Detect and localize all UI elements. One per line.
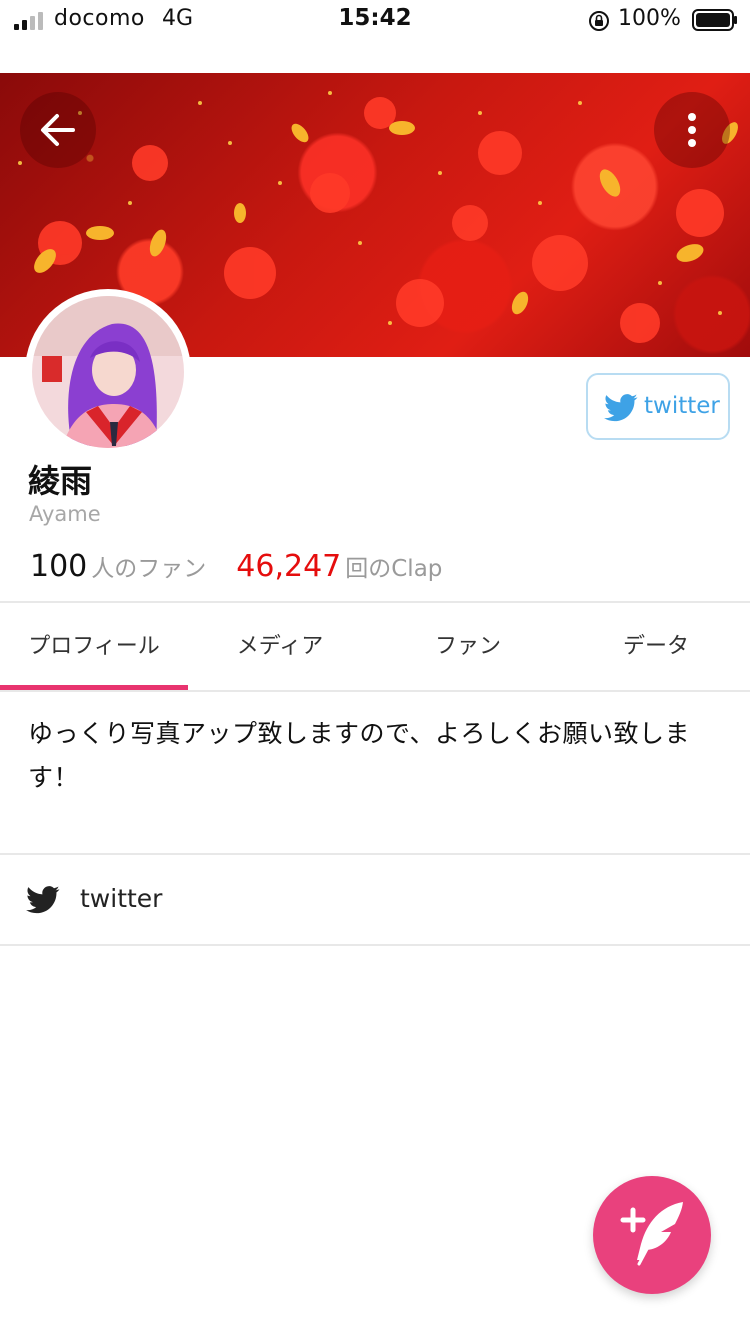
twitter-icon [26,886,60,914]
fans-count: 100 [30,549,88,584]
tab-fans[interactable]: ファン [374,604,562,690]
link-twitter[interactable]: twitter [0,856,750,944]
new-post-button[interactable] [593,1176,711,1294]
tab-profile[interactable]: プロフィール [0,604,188,692]
status-bar: docomo 4G 15:42 100% [0,0,750,44]
user-id: Ayame [29,502,101,526]
battery-icon [692,9,737,31]
clap-unit: 回のClap [345,556,443,582]
profile-bio: ゆっくり写真アップ致しますので、よろしくお願い致します！ [28,719,691,792]
avatar-image [32,296,184,448]
fans-unit: 人のファン [91,556,207,582]
twitter-link-button[interactable]: twitter [586,373,730,440]
divider [0,944,750,946]
link-label: twitter [80,884,163,913]
avatar[interactable] [25,289,191,455]
twitter-icon [604,394,638,422]
more-vertical-icon [688,113,696,147]
arrow-left-icon [41,114,75,146]
more-options-button[interactable] [654,92,730,168]
profile-tabs: プロフィール メディア ファン データ [0,604,750,692]
divider [0,601,750,603]
divider [0,853,750,855]
tab-media[interactable]: メディア [186,604,374,690]
twitter-button-label: twitter [644,393,720,419]
quill-plus-icon [620,1202,683,1266]
rotation-lock-icon [589,11,609,31]
profile-stats: 100 人のファン 46,247 回のClap [30,549,442,589]
clap-count: 46,247 [236,549,342,584]
display-name: 綾雨 [28,462,93,500]
battery-percent: 100% [618,6,681,31]
back-button[interactable] [20,92,96,168]
tab-data[interactable]: データ [562,604,750,690]
divider [0,690,750,692]
